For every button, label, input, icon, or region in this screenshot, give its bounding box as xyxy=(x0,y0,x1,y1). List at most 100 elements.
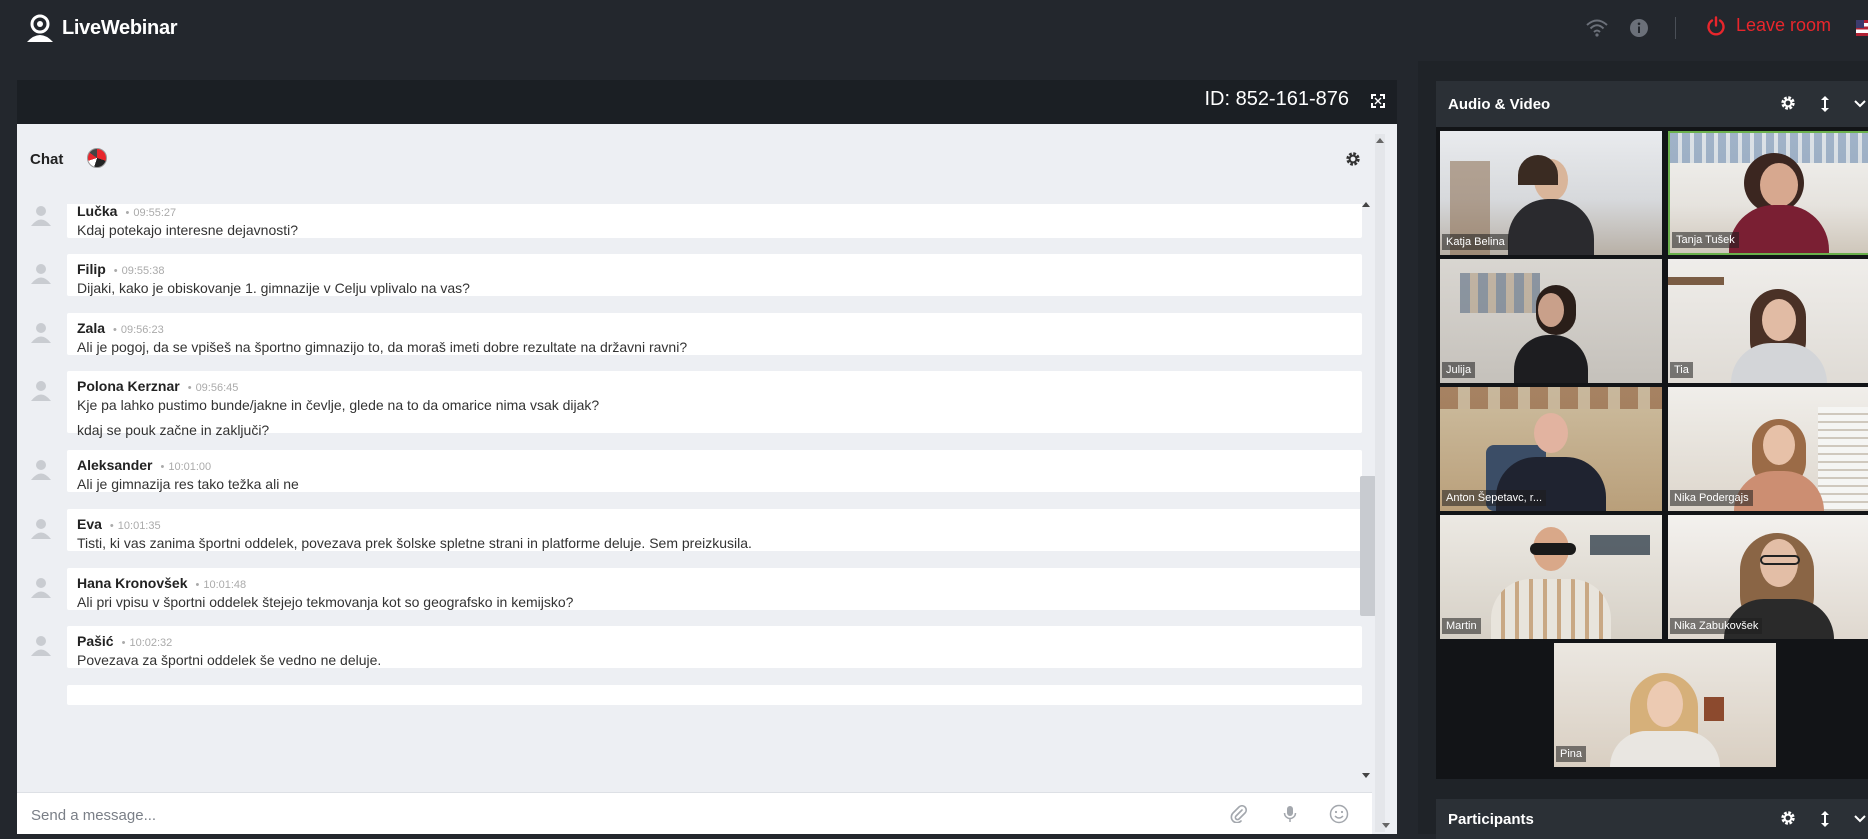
stage-toolbar: ID: 852-161-876 xyxy=(17,80,1397,124)
message-time: 10:01:48 xyxy=(203,579,247,591)
message-author: Aleksander xyxy=(77,457,153,473)
message-input[interactable] xyxy=(31,802,1031,828)
message-text: kdaj se pouk začne in zaključi? xyxy=(77,422,270,438)
leave-room-label: Leave room xyxy=(1736,15,1832,35)
page-scrollbar[interactable] xyxy=(1375,134,1385,832)
info-icon[interactable] xyxy=(1629,18,1649,38)
emoji-icon[interactable] xyxy=(1329,804,1349,824)
page-scroll-down-icon[interactable] xyxy=(1381,822,1391,830)
chat-panel: Chat Lučka • 09:55:27 Kdaj potekajo intere… xyxy=(17,124,1397,834)
user-avatar-icon xyxy=(31,323,51,343)
av-settings-gear-icon[interactable] xyxy=(1780,95,1796,111)
message-time: 10:02:32 xyxy=(129,637,173,649)
participant-name: Pina xyxy=(1556,746,1587,762)
message-author: Hana Kronovšek xyxy=(77,575,188,591)
user-avatar-icon xyxy=(31,578,51,598)
video-tile[interactable]: Nika Podergajs xyxy=(1668,387,1868,511)
participant-name: Nika Podergajs xyxy=(1670,490,1753,506)
message-author: Lučka xyxy=(77,204,118,219)
audio-video-panel: Audio & Video Katja Belina Tanja Tušek J… xyxy=(1436,81,1868,779)
logo[interactable]: LiveWebinar xyxy=(24,13,178,43)
message-text: Dijaki, kako je obiskovanje 1. gimnazije… xyxy=(77,280,470,296)
chat-message: Polona Kerznar • 09:56:45 Kje pa lahko pus… xyxy=(31,371,1362,438)
power-icon xyxy=(1707,15,1725,35)
video-tile[interactable]: Anton Šepetavc, r... xyxy=(1440,387,1662,511)
paperclip-icon[interactable] xyxy=(1230,805,1248,823)
video-tile[interactable]: Tia xyxy=(1668,259,1868,383)
participant-name: Tanja Tušek xyxy=(1672,232,1739,248)
video-tile[interactable]: Nika Zabukovšek xyxy=(1668,515,1868,639)
chat-scrollbar-thumb[interactable] xyxy=(1360,476,1376,616)
right-sidebar: Audio & Video Katja Belina Tanja Tušek J… xyxy=(1418,61,1868,839)
video-tile[interactable]: Pina xyxy=(1554,643,1776,767)
audio-video-header: Audio & Video xyxy=(1436,81,1868,127)
webinar-logo-icon xyxy=(27,14,53,42)
wifi-icon[interactable] xyxy=(1586,19,1608,37)
chat-message: Aleksander • 10:01:00 Ali je gimnazija res… xyxy=(31,450,1362,492)
participants-title: Participants xyxy=(1448,811,1534,828)
participant-name: Julija xyxy=(1442,362,1476,378)
user-avatar-icon xyxy=(31,460,51,480)
chat-message: Hana Kronovšek • 10:01:48 Ali pri vpisu v … xyxy=(31,568,1362,610)
chat-message: Lučka • 09:55:27 Kdaj potekajo interesne d… xyxy=(31,204,1362,238)
meeting-id: ID: 852-161-876 xyxy=(1204,88,1349,110)
chevron-down-icon[interactable] xyxy=(1854,100,1866,108)
message-time: 09:55:38 xyxy=(121,265,165,277)
video-tile-active-speaker[interactable]: Tanja Tušek xyxy=(1668,131,1868,255)
chat-message xyxy=(67,685,1362,705)
message-text: Kdaj potekajo interesne dejavnosti? xyxy=(77,222,299,238)
video-tile[interactable]: Martin xyxy=(1440,515,1662,639)
vertical-resize-icon[interactable] xyxy=(1820,95,1830,113)
fullscreen-icon[interactable] xyxy=(1371,94,1385,108)
message-time: 09:55:27 xyxy=(133,207,177,219)
participant-name: Katja Belina xyxy=(1442,234,1509,250)
microphone-icon[interactable] xyxy=(1283,805,1297,823)
participant-name: Anton Šepetavc, r... xyxy=(1442,490,1547,506)
message-time: 09:56:23 xyxy=(120,324,164,336)
participant-name: Martin xyxy=(1442,618,1481,634)
page-scroll-up-icon[interactable] xyxy=(1375,136,1385,144)
message-text: Ali je gimnazija res tako težka ali ne xyxy=(77,476,299,492)
message-text: Ali pri vpisu v športni oddelek štejejo … xyxy=(77,594,574,610)
message-author: Zala xyxy=(77,320,106,336)
participant-name: Nika Zabukovšek xyxy=(1670,618,1763,634)
chat-settings-gear-icon[interactable] xyxy=(1345,151,1361,167)
user-avatar-icon xyxy=(31,264,51,284)
brand-name: LiveWebinar xyxy=(62,16,178,39)
message-composer xyxy=(17,792,1372,834)
video-tile[interactable]: Katja Belina xyxy=(1440,131,1662,255)
message-time: 09:56:45 xyxy=(195,382,239,394)
chat-message: Eva • 10:01:35 Tisti, ki vas zanima športn… xyxy=(31,509,1362,551)
message-author: Pašić xyxy=(77,633,114,649)
message-author: Polona Kerznar xyxy=(77,378,180,394)
message-author: Eva xyxy=(77,516,102,532)
leave-room-button[interactable]: Leave room xyxy=(1706,15,1831,36)
chevron-down-icon[interactable] xyxy=(1854,815,1866,823)
video-tile[interactable]: Julija xyxy=(1440,259,1662,383)
chat-user-avatar[interactable] xyxy=(87,148,107,168)
message-author: Filip xyxy=(77,261,106,277)
chat-title: Chat xyxy=(30,151,64,168)
message-time: 10:01:35 xyxy=(117,520,161,532)
message-time: 10:01:00 xyxy=(168,461,212,473)
message-text: Povezava za športni oddelek še vedno ne … xyxy=(77,652,382,668)
chat-message-list: Lučka • 09:55:27 Kdaj potekajo interesne d… xyxy=(17,204,1372,759)
user-avatar-icon xyxy=(31,519,51,539)
vertical-resize-icon[interactable] xyxy=(1820,810,1830,828)
chat-scroll-down-icon[interactable] xyxy=(1361,772,1371,780)
divider xyxy=(1675,17,1676,39)
chat-message: Pašić • 10:02:32 Povezava za športni oddel… xyxy=(31,626,1362,668)
chat-message: Filip • 09:55:38 Dijaki, kako je obiskovan… xyxy=(31,254,1362,296)
participant-name: Tia xyxy=(1670,362,1693,378)
chat-header: Chat xyxy=(17,124,1372,184)
user-avatar-icon xyxy=(31,381,51,401)
user-avatar-icon xyxy=(31,636,51,656)
language-flag-icon[interactable] xyxy=(1856,20,1868,36)
participants-panel-header[interactable]: Participants xyxy=(1436,799,1868,839)
message-text: Tisti, ki vas zanima športni oddelek, po… xyxy=(77,535,752,551)
message-text: Kje pa lahko pustimo bunde/jakne in čevl… xyxy=(77,397,600,413)
top-bar: LiveWebinar Leave room xyxy=(0,0,1868,61)
participants-settings-gear-icon[interactable] xyxy=(1780,810,1796,826)
chat-scroll-up-icon[interactable] xyxy=(1361,200,1371,208)
chat-message: Zala • 09:56:23 Ali je pogoj, da se vpišeš… xyxy=(31,313,1362,355)
